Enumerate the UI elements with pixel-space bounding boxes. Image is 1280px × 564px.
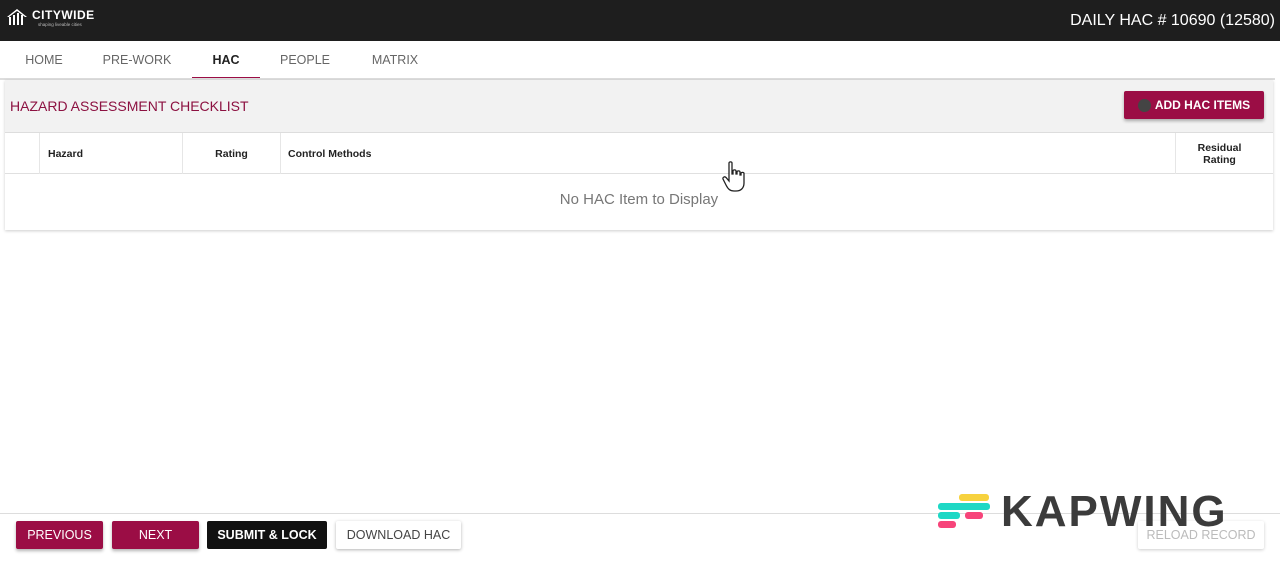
watermark-bar: [965, 512, 983, 519]
download-hac-button[interactable]: DOWNLOAD HAC: [336, 521, 461, 549]
tab-bar: HOME PRE-WORK HAC PEOPLE MATRIX: [0, 41, 1280, 79]
column-hazard[interactable]: Hazard: [39, 133, 182, 174]
submit-lock-button[interactable]: SUBMIT & LOCK: [207, 521, 327, 549]
citywide-logo-icon: [7, 9, 27, 25]
column-residual-rating[interactable]: Residual Rating: [1175, 133, 1263, 174]
panel-header: HAZARD ASSESSMENT CHECKLIST ADD HAC ITEM…: [5, 80, 1273, 133]
table-header: Hazard Rating Control Methods Residual R…: [5, 133, 1273, 174]
page-title: DAILY HAC # 10690 (12580): [1070, 12, 1275, 29]
tab-home[interactable]: HOME: [16, 41, 72, 79]
column-rating[interactable]: Rating: [182, 133, 280, 174]
brand-tagline: shaping liveable cities: [38, 22, 82, 27]
kapwing-watermark: KAPWING: [937, 490, 1252, 534]
brand-logo[interactable]: CITYWIDE shaping liveable cities: [6, 8, 95, 32]
empty-state-message: No HAC Item to Display: [559, 191, 719, 208]
top-bar: CITYWIDE shaping liveable cities DAILY H…: [0, 0, 1280, 41]
tab-people[interactable]: PEOPLE: [270, 41, 340, 79]
tab-hac[interactable]: HAC: [192, 41, 260, 79]
next-button[interactable]: NEXT: [112, 521, 199, 549]
watermark-bar: [938, 512, 960, 519]
previous-button[interactable]: PREVIOUS: [16, 521, 103, 549]
brand-name: CITYWIDE: [32, 8, 95, 22]
add-circle-icon: [1137, 98, 1151, 112]
hand-pointer-icon: [722, 161, 745, 192]
watermark-bar: [959, 494, 989, 501]
add-hac-items-button[interactable]: ADD HAC ITEMS: [1124, 91, 1264, 119]
tab-pre-work[interactable]: PRE-WORK: [94, 41, 180, 79]
watermark-bar: [938, 521, 956, 528]
watermark-text: KAPWING: [1001, 487, 1228, 536]
panel-title: HAZARD ASSESSMENT CHECKLIST: [10, 98, 249, 114]
hac-panel: HAZARD ASSESSMENT CHECKLIST ADD HAC ITEM…: [5, 80, 1273, 230]
add-hac-items-label: ADD HAC ITEMS: [1154, 98, 1251, 112]
tab-matrix[interactable]: MATRIX: [360, 41, 430, 79]
watermark-bar: [938, 503, 990, 510]
